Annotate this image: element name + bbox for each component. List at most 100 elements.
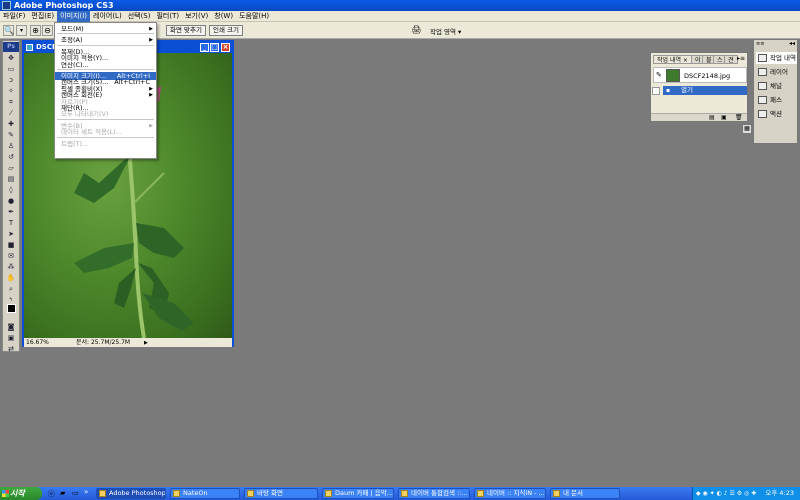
close-icon[interactable]: × [221,43,230,52]
task-label: Adobe Photoshop ... [109,489,166,497]
lasso-tool-icon[interactable]: ↄ [4,75,18,85]
dock-item-0[interactable]: 작업 내역 [756,52,797,64]
layers-icon [758,68,767,76]
history-step-row[interactable]: ▪ 열기 [663,86,747,95]
dock-collapse-icon[interactable]: ◂◂ [789,40,795,47]
history-brush-icon[interactable]: ↺ [4,152,18,162]
windows-logo-icon [2,490,9,497]
dock-item-label: 채널 [770,82,782,90]
gradient-tool-icon[interactable]: ▤ [4,174,18,184]
clone-stamp-icon[interactable]: ♙ [4,141,18,151]
task-label: 네이버 통합검색 ::... [411,489,468,497]
taskbar-task-1[interactable]: NateOn [170,488,240,499]
image-menu-item-6[interactable]: 연산(C)... [55,61,156,69]
menu-separator [57,69,154,70]
history-brush-source-icon[interactable]: ✎ [656,71,662,79]
notes-tool-icon[interactable]: ✉ [4,251,18,261]
quicklaunch-ie-icon[interactable]: ⓔ [48,489,55,499]
workspace-menu[interactable]: 작업 영역 ▾ [430,26,461,36]
print-size-button[interactable]: 인쇄 크기 [209,25,243,36]
taskbar-task-5[interactable]: 네이버 :: 지식iN - ... [474,488,546,499]
move-tool-icon[interactable]: ✥ [4,53,18,63]
marquee-tool-icon[interactable]: ▭ [4,64,18,74]
status-arrow-icon[interactable]: ▶ [144,339,148,348]
history-icon [758,54,767,62]
brush-tool-icon[interactable]: ✎ [4,130,18,140]
minimize-icon[interactable]: _ [200,43,209,52]
taskbar-task-0[interactable]: Adobe Photoshop ... [96,488,166,499]
palette-well-icon[interactable]: 🖨 [410,25,423,36]
quicklaunch-folder-icon[interactable]: ▰ [60,489,65,497]
menu-item-3[interactable]: 레이어(L) [90,11,125,22]
imageready-icon[interactable]: ⇄ [4,344,18,354]
screen-mode-icon[interactable]: ▣ [4,333,18,343]
image-menu-item-0[interactable]: 모드(M) ▶ [55,25,156,33]
trash-icon[interactable]: 🗑 [735,114,743,121]
history-snapshot-row[interactable]: ✎ DSCF2148.jpg [653,67,747,83]
tray-icons[interactable]: ◆ ◉ ✦ ◐ ♪ ☰ ⚙ ◎ ✚ [696,487,756,500]
clock: 오후 4:23 [765,489,794,497]
new-document-icon[interactable]: ▤ [709,114,715,121]
swap-colors-icon[interactable]: ↰ [4,295,18,303]
zoom-level[interactable]: 16.67% [26,338,49,347]
quick-mask-icon[interactable]: ◙ [4,322,18,332]
quicklaunch-desktop-icon[interactable]: ▭ [72,489,79,497]
eyedropper-tool-icon[interactable]: ⁂ [4,262,18,272]
taskbar-task-6[interactable]: 내 문서 [550,488,620,499]
shape-tool-icon[interactable]: ■ [4,240,18,250]
tool-preset-dropdown-icon[interactable]: ▾ [16,25,27,36]
dodge-tool-icon[interactable]: ● [4,196,18,206]
menu-separator [57,136,154,138]
task-app-icon [173,490,180,497]
image-menu-item-2[interactable]: 조정(A) ▶ [55,36,156,44]
panel-tab-0[interactable]: 작업 내역 × [653,55,692,64]
zoom-in-icon[interactable]: ⊕ [30,25,41,36]
fit-screen-button[interactable]: 화면 맞추기 [166,25,206,36]
type-tool-icon[interactable]: T [4,218,18,228]
task-label: NateOn [183,489,208,497]
maximize-icon[interactable]: □ [210,43,219,52]
panel-menu-icon[interactable]: ▸≡ [737,55,745,62]
blur-tool-icon[interactable]: ◊ [4,185,18,195]
eraser-tool-icon[interactable]: ▱ [4,163,18,173]
menu-item-6[interactable]: 보기(V) [182,11,211,22]
healing-brush-icon[interactable]: ✚ [4,119,18,129]
snapshot-thumbnail [666,69,680,82]
hand-tool-icon[interactable]: ✋ [4,273,18,283]
zoom-tool-side-icon[interactable]: ⌕ [4,284,18,294]
menu-item-4[interactable]: 선택(S) [125,11,154,22]
magic-wand-tool-icon[interactable]: ✧ [4,86,18,96]
menu-item-2[interactable]: 이미지(I) [57,11,90,22]
color-swatches[interactable] [4,304,18,316]
quicklaunch-more-icon[interactable]: » [84,488,88,496]
panel-tab-4[interactable]: 견 [724,55,738,64]
document-info[interactable]: 문서: 25.7M/25.7M [76,338,130,347]
start-button[interactable]: 시작 [0,487,42,500]
slice-tool-icon[interactable]: ⁄ [4,108,18,118]
new-snapshot-icon[interactable]: ▣ [721,114,727,121]
menu-item-1[interactable]: 편집(E) [28,11,57,22]
menu-item-7[interactable]: 창(W) [211,11,236,22]
dock-item-4[interactable]: 액션 [756,108,797,120]
dock-item-1[interactable]: 레이어 [756,66,797,78]
panel-resize-icon[interactable]: ▦ [742,124,752,134]
taskbar-task-2[interactable]: 바탕 화면 [244,488,318,499]
dock-item-3[interactable]: 패스 [756,94,797,106]
pen-tool-icon[interactable]: ✒ [4,207,18,217]
zoom-out-icon[interactable]: ⊖ [42,25,53,36]
crop-tool-icon[interactable]: ⌗ [4,97,18,107]
snapshot-name: DSCF2148.jpg [684,72,731,80]
menu-bar: 파일(F) 편집(E) 이미지(I) 레이어(L) 선택(S) 필터(T) 보기(V) 창(W… [0,11,800,22]
menu-item-8[interactable]: 도움말(H) [236,11,272,22]
dock-grip-icon[interactable]: ≡≡ [756,41,764,47]
taskbar-task-3[interactable]: Daum 카페 | 음악... [322,488,394,499]
task-label: Daum 카페 | 음악... [335,489,393,497]
menu-item-0[interactable]: 파일(F) [0,11,28,22]
taskbar-task-4[interactable]: 네이버 통합검색 ::... [398,488,470,499]
path-selection-icon[interactable]: ➤ [4,229,18,239]
dock-item-2[interactable]: 채널 [756,80,797,92]
zoom-tool-icon[interactable]: 🔍 [3,25,14,36]
history-step-checkbox[interactable] [652,87,660,95]
menu-item-5[interactable]: 필터(T) [153,11,182,22]
task-label: 내 문서 [563,489,584,497]
